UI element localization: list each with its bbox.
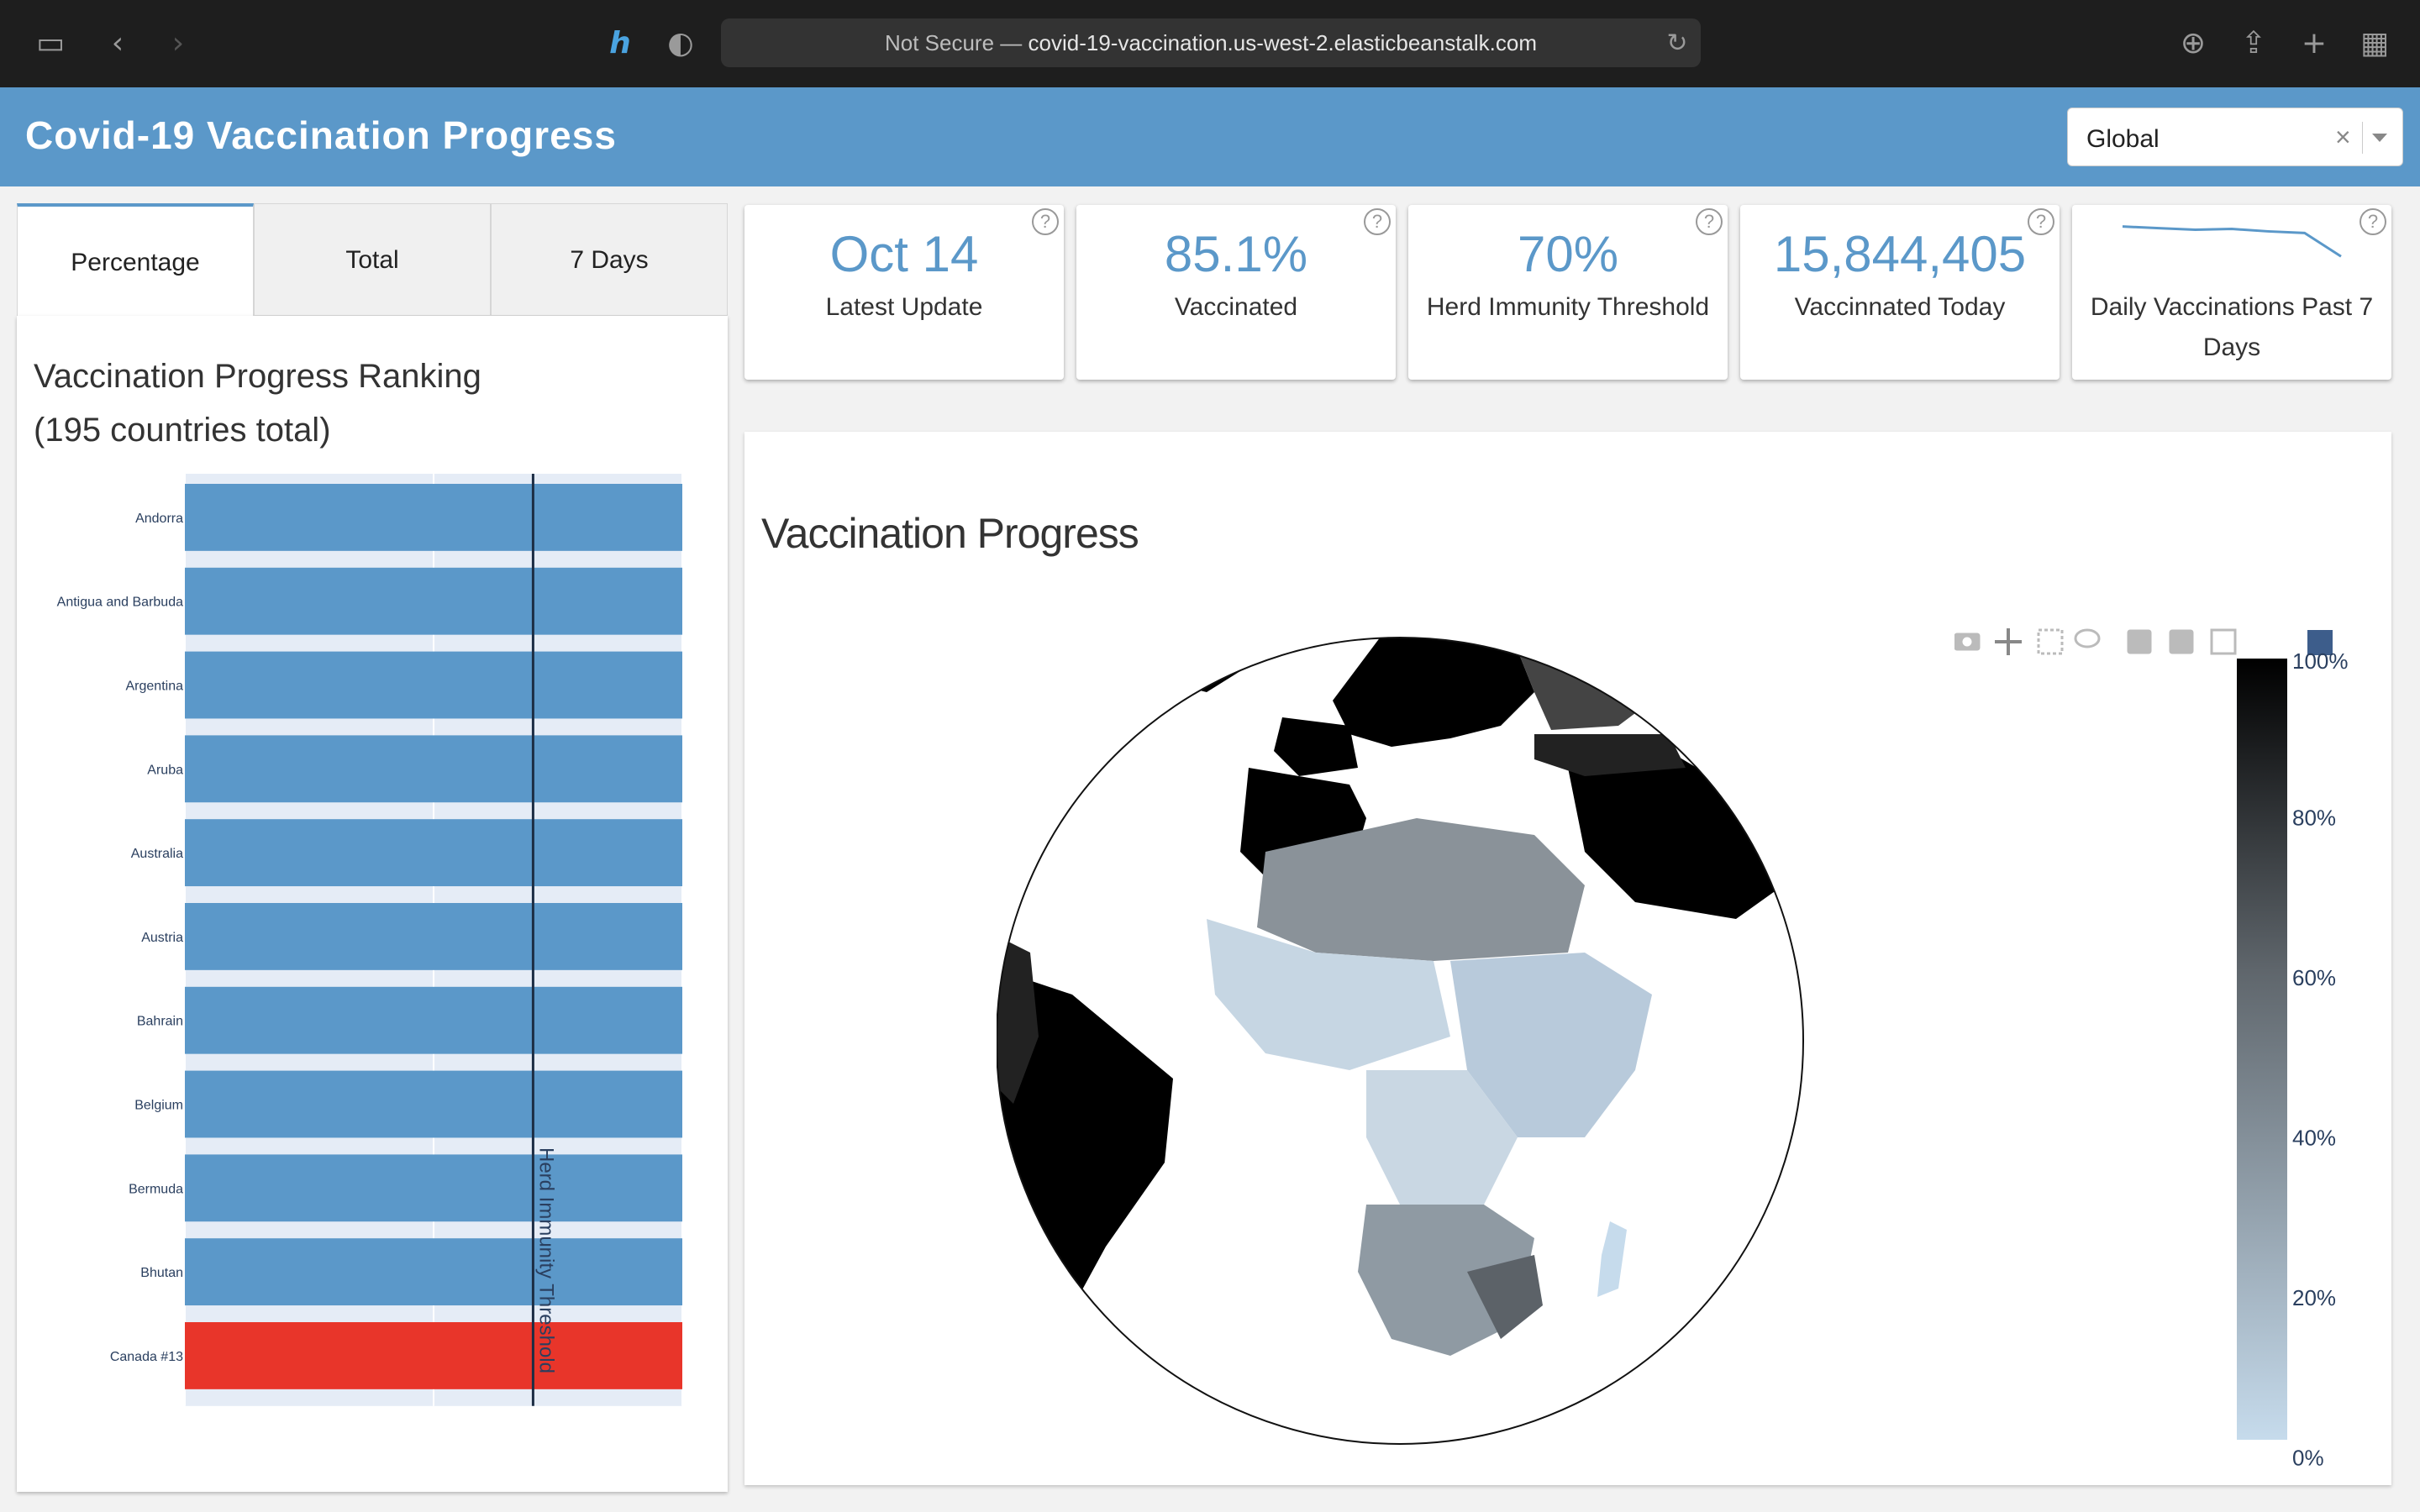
bar [185, 986, 682, 1054]
extension-icon[interactable]: h [602, 25, 639, 62]
pan-icon[interactable] [1995, 628, 2022, 655]
clear-icon[interactable]: × [2335, 122, 2351, 153]
y-tick-label: Antigua and Barbuda [57, 596, 183, 610]
help-icon[interactable]: ? [1696, 208, 1723, 235]
ranking-title-line2: (195 countries total) [34, 412, 331, 449]
kpi-daily-7days: Daily Vaccinations Past 7 Days ? [2072, 205, 2391, 380]
region-select[interactable]: Global × [2067, 108, 2403, 166]
zoom-in-icon[interactable] [2127, 629, 2152, 654]
kpi-herd-immunity: 70% Herd Immunity Threshold ? [1408, 205, 1728, 380]
help-icon[interactable]: ? [1032, 208, 1059, 235]
bar [185, 819, 682, 887]
chevron-down-icon[interactable] [2372, 134, 2387, 142]
kpi-label: Daily Vaccinations Past 7 Days [2090, 293, 2374, 361]
kpi-value: 15,844,405 [1773, 226, 2027, 282]
kpi-value: 70% [1517, 226, 1619, 282]
bar [185, 903, 682, 970]
map-card: Vaccination Progress 100% 80% 60% 40% 20… [744, 432, 2391, 1485]
colorbar-tick-label: 40% [2292, 1126, 2336, 1151]
sidebar-toggle-icon[interactable]: ▭ [32, 25, 69, 62]
y-tick-label: Argentina [126, 680, 184, 694]
y-tick-label: Australia [131, 847, 183, 861]
zoom-out-icon[interactable] [2169, 629, 2194, 654]
colorbar-tick-label: 0% [2292, 1446, 2324, 1471]
tab-total[interactable]: Total [254, 203, 491, 316]
bar [185, 1154, 682, 1222]
sparkline-chart [2122, 225, 2342, 258]
help-icon[interactable]: ? [2360, 208, 2386, 235]
bar [185, 567, 682, 635]
shield-icon[interactable]: ◐ [662, 25, 699, 62]
kpi-label: Vaccinated [1174, 293, 1298, 321]
y-tick-label: Austria [141, 931, 183, 945]
region-antarctica[interactable] [1207, 1448, 1484, 1473]
help-icon[interactable]: ? [2028, 208, 2054, 235]
kpi-vaccinated-today: 15,844,405 Vaccinnated Today ? [1740, 205, 2060, 380]
kpi-latest-update: Oct 14 Latest Update ? [744, 205, 1064, 380]
ranking-card: Vaccination Progress Ranking (195 countr… [17, 316, 728, 1492]
reload-icon[interactable]: ↻ [1659, 25, 1696, 62]
address-bar[interactable]: Not Secure — covid-19-vaccination.us-wes… [721, 18, 1701, 67]
select-divider [2362, 122, 2363, 154]
map-title: Vaccination Progress [761, 510, 1139, 557]
bar [185, 651, 682, 719]
colorbar-tick-label: 20% [2292, 1285, 2336, 1310]
y-tick-label: Bahrain [137, 1015, 183, 1029]
browser-toolbar: ▭ ‹ › h ◐ Not Secure — covid-19-vaccinat… [0, 0, 2420, 87]
kpi-label: Vaccinnated Today [1794, 293, 2006, 321]
ranking-bar-chart[interactable]: Andorra Antigua and Barbuda Argentina Aruba… [17, 464, 728, 1408]
bar [185, 1238, 682, 1306]
region-select-value: Global [2086, 125, 2160, 153]
new-tab-icon[interactable]: + [2296, 25, 2333, 62]
y-tick-label: Aruba [147, 763, 183, 777]
camera-icon[interactable] [1954, 633, 1981, 651]
forward-icon[interactable]: › [160, 25, 197, 62]
help-icon[interactable]: ? [1364, 208, 1391, 235]
security-label: Not Secure — [884, 30, 1023, 55]
box-select-icon[interactable] [2037, 628, 2064, 655]
globe-map[interactable] [997, 600, 1887, 1473]
threshold-label: Herd Immunity Threshold [534, 1147, 557, 1373]
tab-percentage[interactable]: Percentage [17, 203, 254, 316]
colorbar-gradient [2237, 659, 2287, 1440]
y-tick-label: Belgium [134, 1099, 183, 1113]
app-header: Covid-19 Vaccination Progress Global × [0, 87, 2420, 186]
kpi-vaccinated: 85.1% Vaccinated ? [1076, 205, 1396, 380]
page-title: Covid-19 Vaccination Progress [25, 113, 617, 157]
y-tick-label: Andorra [135, 512, 183, 526]
kpi-value: 85.1% [1164, 226, 1308, 282]
share-icon[interactable]: ⇪ [2235, 25, 2272, 62]
lasso-icon[interactable] [2074, 628, 2101, 648]
url-text: covid-19-vaccination.us-west-2.elasticbe… [1028, 30, 1538, 55]
colorbar: 100% 80% 60% 40% 20% 0% [2237, 648, 2349, 1471]
colorbar-tick-label: 80% [2292, 806, 2336, 831]
view-tabs: Percentage Total 7 Days [17, 203, 728, 316]
bar [185, 1322, 682, 1389]
tab-overview-icon[interactable]: ▦ [2356, 25, 2393, 62]
ranking-title: Vaccination Progress Ranking (195 countr… [34, 349, 481, 457]
sparkline-line [2122, 225, 2342, 258]
y-tick-label: Bhutan [140, 1266, 183, 1280]
kpi-label: Latest Update [825, 293, 983, 321]
colorbar-tick-label: 60% [2292, 965, 2336, 990]
ranking-title-line1: Vaccination Progress Ranking [34, 358, 481, 395]
bar [185, 484, 682, 551]
bar [185, 735, 682, 803]
back-icon[interactable]: ‹ [99, 25, 136, 62]
bar [185, 1070, 682, 1138]
kpi-label: Herd Immunity Threshold [1426, 293, 1710, 321]
colorbar-tick-label: 100% [2292, 648, 2349, 674]
tab-7-days[interactable]: 7 Days [491, 203, 728, 316]
y-tick-label: Canada #13 [110, 1350, 183, 1364]
kpi-value: Oct 14 [829, 226, 979, 282]
y-tick-label: Bermuda [129, 1182, 183, 1196]
download-icon[interactable]: ⊕ [2175, 25, 2212, 62]
